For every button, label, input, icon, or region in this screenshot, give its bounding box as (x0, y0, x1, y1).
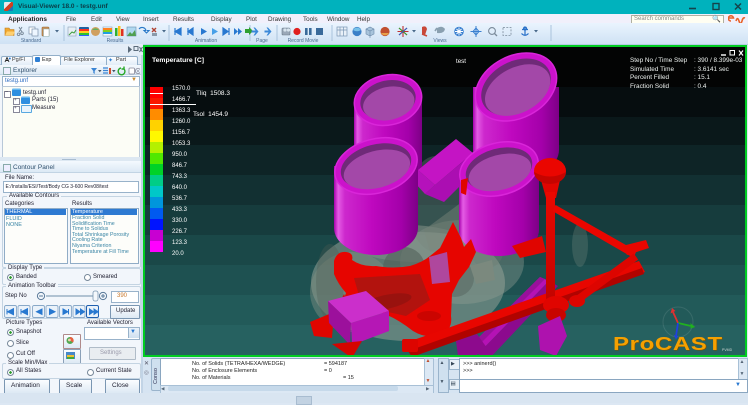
svg-text:Record Movie: Record Movie (288, 38, 319, 44)
svg-text:Page: Page (256, 38, 268, 44)
svg-text:Views: Views (433, 38, 447, 44)
svg-text:Animation: Animation (195, 38, 217, 44)
